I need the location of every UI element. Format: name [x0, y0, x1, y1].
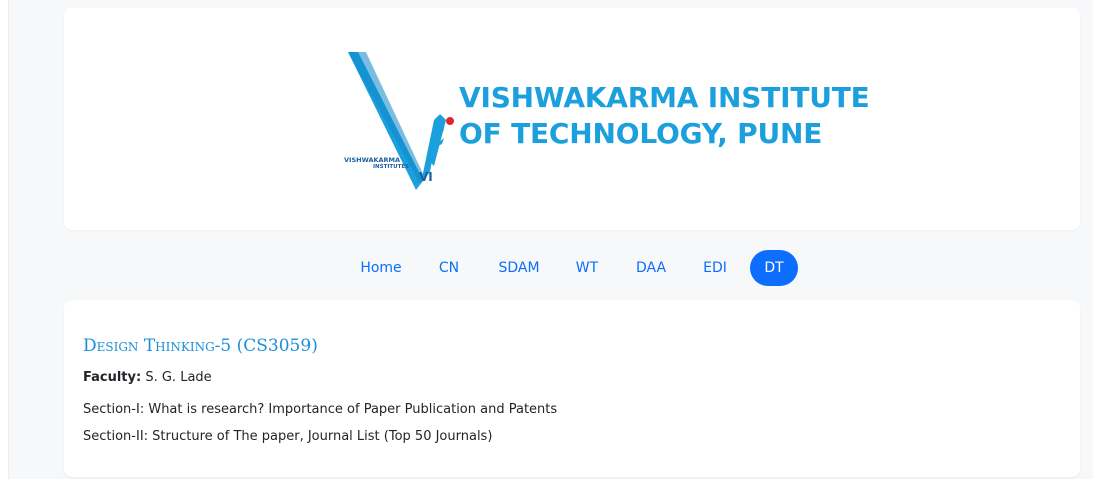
institute-name-line2: OF TECHNOLOGY, PUNE: [459, 117, 823, 150]
vit-emblem-icon: [348, 52, 454, 190]
nav-edi[interactable]: EDI: [700, 250, 730, 286]
faculty-line: Faculty: S. G. Lade: [83, 370, 212, 385]
nav-wt[interactable]: WT: [573, 250, 601, 286]
seal-line2: INSTITUTES: [373, 164, 410, 170]
seal-mark: VI: [419, 170, 433, 184]
nav-cn[interactable]: CN: [434, 250, 464, 286]
seal-line1: VISHWAKARMA: [344, 156, 401, 164]
course-title: Design Thinking-5 (CS3059): [83, 336, 318, 356]
course-nav: Home CN SDAM WT DAA EDI DT: [0, 250, 1093, 286]
institute-name-line1: VISHWAKARMA INSTITUTE: [459, 81, 870, 114]
page-background: VISHWAKARMA INSTITUTES VI VISHWAKARMA IN…: [8, 0, 1093, 479]
nav-dt[interactable]: DT: [750, 250, 798, 286]
header-card: VISHWAKARMA INSTITUTES VI VISHWAKARMA IN…: [64, 8, 1080, 230]
section-2: Section-II: Structure of The paper, Jour…: [83, 429, 493, 444]
faculty-name: S. G. Lade: [145, 370, 212, 385]
section-1: Section-I: What is research? Importance …: [83, 402, 558, 417]
nav-home[interactable]: Home: [359, 250, 403, 286]
nav-daa[interactable]: DAA: [632, 250, 670, 286]
faculty-label: Faculty:: [83, 370, 142, 385]
course-card: Design Thinking-5 (CS3059) Faculty: S. G…: [64, 300, 1080, 477]
nav-sdam[interactable]: SDAM: [494, 250, 544, 286]
institute-logo: VISHWAKARMA INSTITUTES VI VISHWAKARMA IN…: [336, 48, 870, 198]
